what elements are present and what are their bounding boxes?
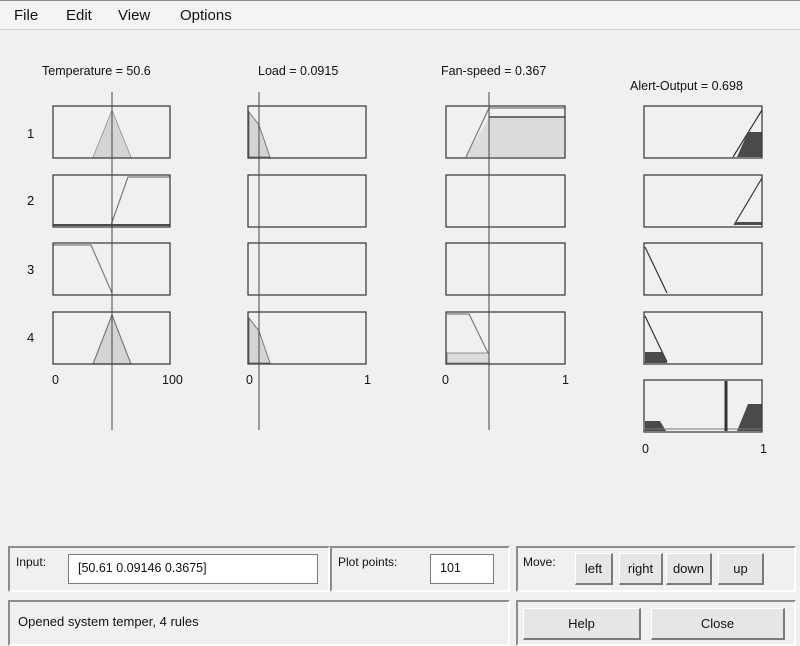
- membership-function-layer: [53, 107, 763, 431]
- fan-speed-rule-2-plot: [445, 174, 566, 228]
- aggregate-right-area: [737, 404, 762, 431]
- fan-speed-mf-4-fill: [446, 352, 490, 364]
- plot-points-panel: Plot points: 101: [330, 546, 510, 592]
- fan-speed-rule-3-plot: [445, 242, 566, 296]
- plot-points-field[interactable]: 101: [430, 554, 494, 584]
- output-rule-2-plot: [643, 174, 763, 228]
- move-up-button[interactable]: up: [718, 553, 764, 585]
- move-right-button[interactable]: right: [619, 553, 663, 585]
- status-panel: Opened system temper, 4 rules: [8, 600, 510, 646]
- output-mf-2-fill: [735, 222, 762, 225]
- help-button[interactable]: Help: [523, 608, 641, 640]
- status-text: Opened system temper, 4 rules: [18, 614, 199, 629]
- input-panel: Input: [50.61 0.09146 0.3675]: [8, 546, 330, 592]
- output-mf-4-fill: [645, 352, 667, 363]
- action-panel: Help Close: [516, 600, 796, 646]
- move-label: Move:: [523, 555, 556, 569]
- move-left-button[interactable]: left: [575, 553, 613, 585]
- input-label: Input:: [16, 555, 47, 569]
- output-rule-3-plot: [643, 242, 763, 296]
- output-mf-3: [644, 246, 668, 294]
- load-rule-3-plot: [247, 242, 367, 296]
- fan-speed-mf-1-fill: [466, 117, 565, 157]
- close-button[interactable]: Close: [651, 608, 785, 640]
- fan-speed-mf-4: [447, 313, 490, 356]
- move-panel: Move: left right down up: [516, 546, 796, 592]
- move-down-button[interactable]: down: [666, 553, 712, 585]
- temperature-mf-2: [110, 176, 170, 226]
- input-indicator-lines: [111, 92, 728, 431]
- load-rule-2-plot: [247, 174, 367, 228]
- output-mf-2: [733, 177, 763, 226]
- input-field[interactable]: [50.61 0.09146 0.3675]: [68, 554, 318, 584]
- temperature-mf-3: [53, 244, 113, 294]
- rule-plots: [52, 92, 763, 433]
- plot-points-label: Plot points:: [338, 555, 398, 569]
